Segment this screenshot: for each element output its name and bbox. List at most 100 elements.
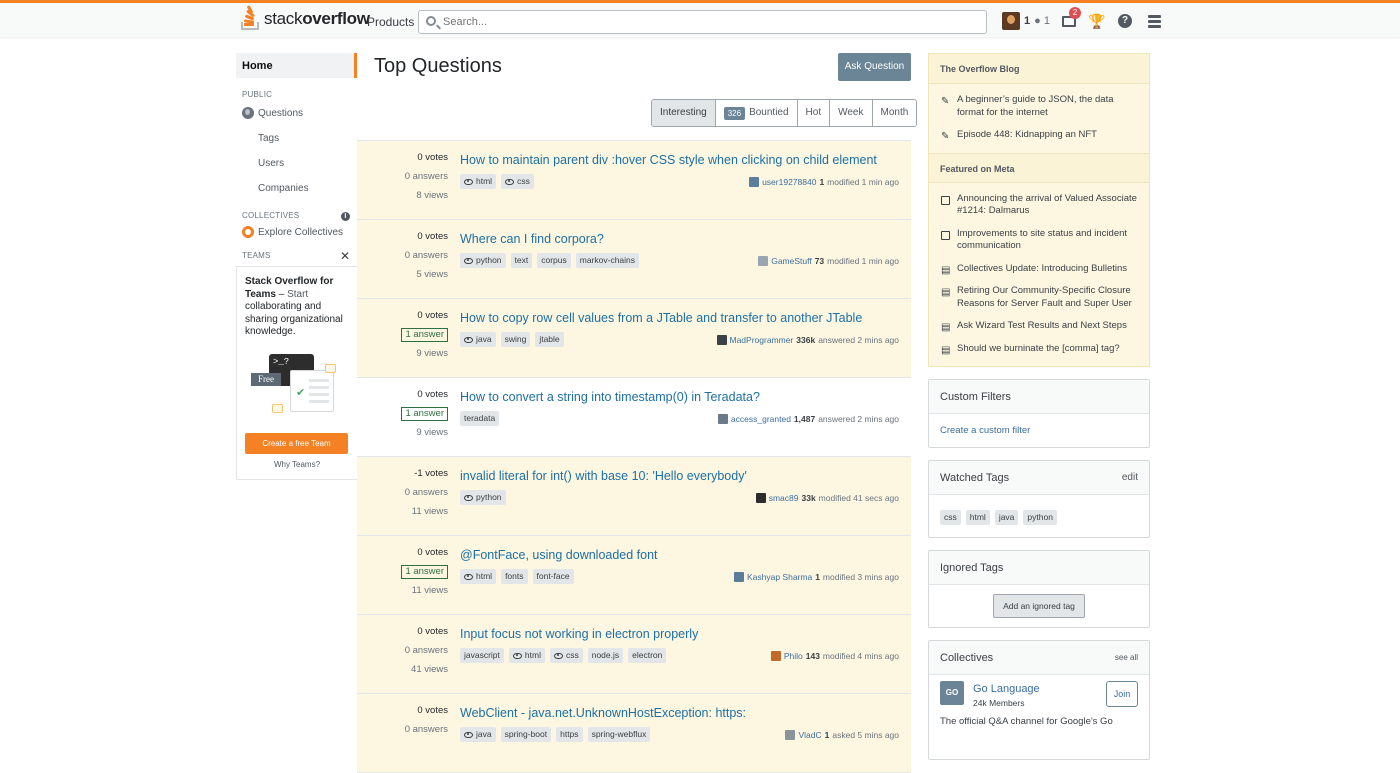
user-name-link[interactable]: smac89 bbox=[769, 493, 799, 503]
help-button[interactable]: ? bbox=[1116, 12, 1134, 30]
avatar[interactable] bbox=[755, 493, 766, 503]
question-title-link[interactable]: How to maintain parent div :hover CSS st… bbox=[460, 153, 877, 167]
question-activity[interactable]: answered 2 mins ago bbox=[818, 335, 899, 345]
tag-css[interactable]: css bbox=[501, 174, 534, 189]
join-collective-button[interactable]: Join bbox=[1106, 681, 1138, 707]
question-activity[interactable]: asked 5 mins ago bbox=[832, 730, 899, 740]
watched-tag[interactable]: java bbox=[994, 510, 1019, 525]
tag-html[interactable]: html bbox=[508, 648, 545, 663]
tag-java[interactable]: java bbox=[460, 332, 496, 347]
search-input[interactable] bbox=[443, 16, 986, 28]
see-all-collectives-link[interactable]: see all bbox=[1115, 641, 1138, 675]
meta-post[interactable]: Improvements to site status and incident… bbox=[929, 223, 1149, 258]
tag-python[interactable]: python bbox=[460, 490, 506, 505]
products-menu[interactable]: Products bbox=[367, 15, 414, 29]
user-profile-link[interactable]: 1 ● 1 bbox=[1002, 12, 1050, 30]
watched-tag[interactable]: css bbox=[940, 510, 961, 525]
tag-spring-webflux[interactable]: spring-webflux bbox=[587, 727, 651, 742]
blog-post[interactable]: ✎ A beginner’s guide to JSON, the data fo… bbox=[929, 89, 1149, 124]
tag-fonts[interactable]: fonts bbox=[501, 569, 528, 584]
tag-node-js[interactable]: node.js bbox=[587, 648, 624, 663]
ask-question-button[interactable]: Ask Question bbox=[838, 53, 911, 81]
tab-interesting[interactable]: Interesting bbox=[652, 100, 715, 126]
avatar[interactable] bbox=[733, 572, 744, 582]
tag-spring-boot[interactable]: spring-boot bbox=[500, 727, 552, 742]
create-team-button[interactable]: Create a free Team bbox=[245, 432, 348, 454]
why-teams-link[interactable]: Why Teams? bbox=[245, 460, 349, 469]
tag-javascript[interactable]: javascript bbox=[460, 648, 504, 663]
tab-month[interactable]: Month bbox=[871, 100, 917, 126]
question-activity[interactable]: modified 3 mins ago bbox=[823, 572, 899, 582]
inbox-button[interactable]: 2 bbox=[1060, 7, 1081, 30]
tab-bountied[interactable]: 326 Bountied bbox=[714, 100, 797, 126]
user-name-link[interactable]: MadProgrammer bbox=[730, 335, 794, 345]
create-custom-filter-link[interactable]: Create a custom filter bbox=[929, 414, 1149, 447]
avatar[interactable] bbox=[758, 256, 769, 266]
tag-https[interactable]: https bbox=[556, 727, 583, 742]
question-activity[interactable]: modified 4 mins ago bbox=[823, 651, 899, 661]
user-name-link[interactable]: user19278840 bbox=[762, 177, 816, 187]
user-name-link[interactable]: access_granted bbox=[731, 414, 791, 424]
avatar[interactable] bbox=[770, 651, 781, 661]
watched-tag[interactable]: python bbox=[1023, 510, 1057, 525]
tag-teradata[interactable]: teradata bbox=[460, 411, 500, 426]
question-activity[interactable]: modified 1 min ago bbox=[827, 256, 899, 266]
tag-text[interactable]: text bbox=[510, 253, 533, 268]
question-title-link[interactable]: Input focus not working in electron prop… bbox=[460, 627, 698, 641]
question-title-link[interactable]: How to convert a string into timestamp(0… bbox=[460, 390, 760, 404]
sidebar-item-users[interactable]: Users bbox=[236, 151, 357, 176]
meta-post[interactable]: ▤ Ask Wizard Test Results and Next Steps bbox=[929, 315, 1149, 338]
avatar[interactable] bbox=[717, 414, 728, 424]
tag-java[interactable]: java bbox=[460, 727, 496, 742]
sidebar-item-questions[interactable]: Questions bbox=[236, 101, 357, 126]
go-language-logo[interactable]: GO bbox=[940, 681, 964, 705]
tag-markov-chains[interactable]: markov-chains bbox=[575, 253, 640, 268]
sidebar-item-explore-collectives[interactable]: Explore Collectives bbox=[236, 220, 357, 245]
meta-post[interactable]: ▤ Retiring Our Community-Specific Closure… bbox=[929, 280, 1149, 315]
question-title-link[interactable]: How to copy row cell values from a JTabl… bbox=[460, 311, 862, 325]
user-name-link[interactable]: GameStuff bbox=[771, 256, 811, 266]
sidebar-item-tags[interactable]: Tags bbox=[236, 126, 357, 151]
tag-python[interactable]: python bbox=[460, 253, 506, 268]
tag-html[interactable]: html bbox=[460, 569, 497, 584]
achievements-button[interactable]: 🏆 bbox=[1088, 12, 1106, 30]
tag-swing[interactable]: swing bbox=[500, 332, 531, 347]
tag-css[interactable]: css bbox=[549, 648, 583, 663]
tag-jtable[interactable]: jtable bbox=[535, 332, 564, 347]
search-box[interactable] bbox=[418, 10, 987, 34]
watched-tag[interactable]: html bbox=[965, 510, 990, 525]
blog-post[interactable]: ✎ Episode 448: Kidnapping an NFT bbox=[929, 124, 1149, 147]
question-title-link[interactable]: WebClient - java.net.UnknownHostExceptio… bbox=[460, 706, 746, 720]
tag-electron[interactable]: electron bbox=[628, 648, 667, 663]
user-name-link[interactable]: Kashyap Sharma bbox=[747, 572, 812, 582]
avatar[interactable] bbox=[749, 177, 760, 187]
question-title-link[interactable]: @FontFace, using downloaded font bbox=[460, 548, 658, 562]
avatar[interactable] bbox=[716, 335, 727, 345]
tag-html[interactable]: html bbox=[460, 174, 497, 189]
question-title-link[interactable]: invalid literal for int() with base 10: … bbox=[460, 469, 747, 483]
user-name-link[interactable]: Philo bbox=[784, 651, 803, 661]
meta-post[interactable]: Announcing the arrival of Valued Associa… bbox=[929, 188, 1149, 223]
site-switcher-button[interactable] bbox=[1145, 12, 1163, 30]
question-activity[interactable]: modified 1 min ago bbox=[827, 177, 899, 187]
add-ignored-tag-button[interactable]: Add an ignored tag bbox=[993, 594, 1085, 618]
collective-name[interactable]: Go Language bbox=[973, 683, 1040, 695]
sidebar-item-companies[interactable]: Companies bbox=[236, 176, 357, 201]
question-activity[interactable]: modified 41 secs ago bbox=[819, 493, 899, 503]
user-name-link[interactable]: VladC bbox=[798, 730, 821, 740]
sidebar-teams-header: TEAMS ✕ bbox=[236, 249, 357, 263]
tag-corpus[interactable]: corpus bbox=[537, 253, 571, 268]
meta-post[interactable]: ▤ Collectives Update: Introducing Bulleti… bbox=[929, 258, 1149, 281]
avatar[interactable] bbox=[785, 730, 796, 740]
stackoverflow-logo[interactable]: stackoverflow bbox=[241, 5, 370, 30]
edit-watched-tags-link[interactable]: edit bbox=[1122, 461, 1138, 495]
meta-post[interactable]: ▤ Should we burninate the [comma] tag? bbox=[929, 338, 1149, 361]
tag-font-face[interactable]: font-face bbox=[532, 569, 574, 584]
close-icon[interactable]: ✕ bbox=[340, 249, 350, 263]
tab-week[interactable]: Week bbox=[829, 100, 872, 126]
question-meta: user19278840 1 modified 1 min ago bbox=[749, 177, 899, 187]
sidebar-item-home[interactable]: Home bbox=[236, 53, 357, 78]
tab-hot[interactable]: Hot bbox=[796, 100, 830, 126]
question-activity[interactable]: answered 2 mins ago bbox=[818, 414, 899, 424]
question-title-link[interactable]: Where can I find corpora? bbox=[460, 232, 604, 246]
